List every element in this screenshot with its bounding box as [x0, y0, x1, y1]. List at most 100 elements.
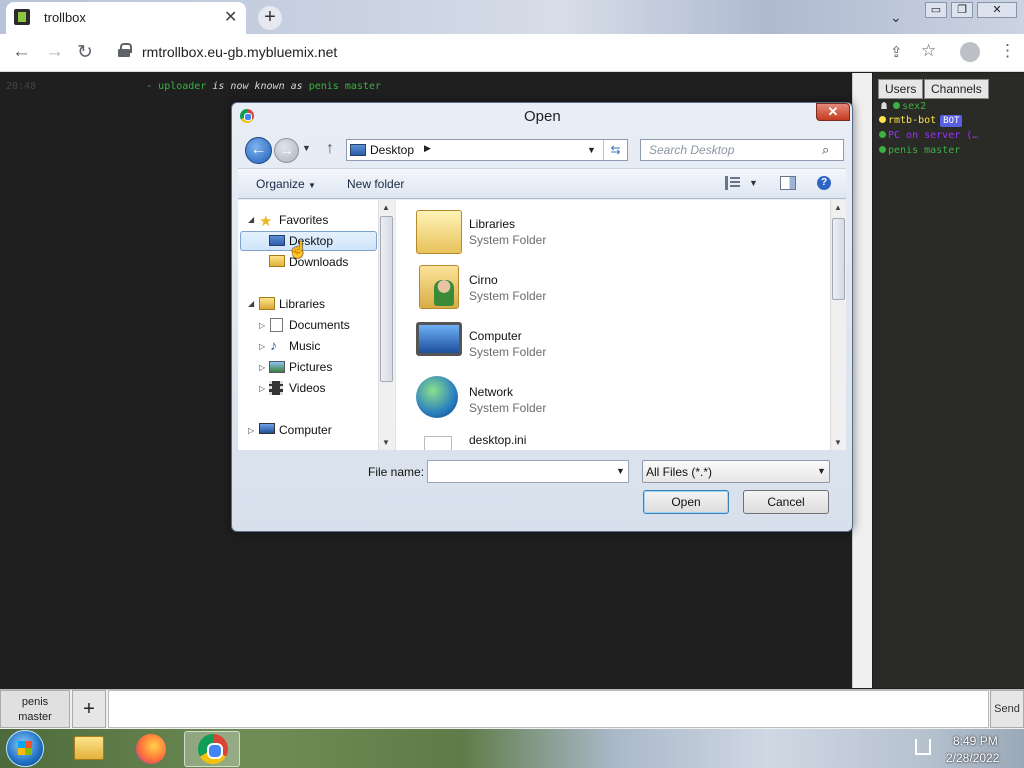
file-item-name[interactable]: Computer	[469, 329, 522, 343]
dialog-forward-button[interactable]: →	[274, 138, 299, 163]
help-icon[interactable]: ?	[817, 176, 831, 190]
file-name-input[interactable]	[427, 460, 629, 483]
chat-scrollbar[interactable]	[852, 73, 872, 688]
clock-date[interactable]: 2/28/2022	[946, 751, 999, 765]
hand-cursor-icon: ☝	[288, 242, 308, 259]
computer-icon	[416, 322, 462, 356]
status-dot-icon	[893, 102, 901, 109]
expand-music-icon[interactable]: ▷	[259, 342, 265, 351]
downloads-folder-icon	[269, 255, 285, 267]
file-scroll-up-icon[interactable]: ▲	[834, 203, 842, 212]
bookmark-star-icon[interactable]: ☆	[921, 41, 936, 61]
user-name: sex2	[902, 101, 927, 112]
back-button[interactable]: ←	[12, 41, 31, 63]
address-dropdown-icon[interactable]: ▼	[587, 145, 596, 155]
file-item-name[interactable]: Libraries	[469, 217, 515, 231]
restore-button[interactable]: ❐	[951, 2, 973, 18]
file-item-name[interactable]: Network	[469, 385, 513, 399]
browser-tab[interactable]	[6, 2, 246, 34]
clock-time[interactable]: 8:49 PM	[953, 734, 998, 748]
new-tab-button[interactable]: +	[258, 6, 282, 30]
address-crumb-desktop[interactable]: Desktop	[370, 143, 414, 157]
nav-pictures[interactable]: Pictures	[289, 360, 332, 374]
view-options-chevron-icon[interactable]: ▼	[749, 178, 758, 188]
nav-music[interactable]: Music	[289, 339, 320, 353]
videos-icon	[269, 381, 283, 395]
file-scroll-down-icon[interactable]: ▼	[834, 438, 842, 447]
file-item-name[interactable]: Cirno	[469, 273, 498, 287]
file-name-dropdown-icon[interactable]: ▼	[616, 466, 625, 476]
pictures-icon	[269, 361, 285, 373]
profile-avatar[interactable]	[960, 42, 980, 62]
expand-pictures-icon[interactable]: ▷	[259, 363, 265, 372]
file-type-dropdown-icon[interactable]: ▼	[817, 466, 826, 476]
file-item-name[interactable]: desktop.ini	[469, 433, 526, 447]
send-button[interactable]: Send	[990, 690, 1024, 728]
minimize-button[interactable]: ▭	[925, 2, 947, 18]
status-dot-icon	[879, 146, 886, 153]
preview-pane-icon[interactable]	[780, 176, 796, 190]
dialog-back-button[interactable]: ←	[245, 137, 272, 164]
user-list-item[interactable]: penis master	[879, 145, 960, 156]
refresh-button[interactable]: ⇆	[603, 140, 627, 160]
window-close-button[interactable]: ✕	[977, 2, 1017, 18]
expand-videos-icon[interactable]: ▷	[259, 384, 265, 393]
chat-arrow: -	[146, 81, 153, 92]
user-list-item[interactable]: PC on server (…	[879, 130, 978, 141]
file-item-type: System Folder	[469, 289, 547, 303]
up-folder-button[interactable]: ↑	[326, 140, 334, 158]
file-list-scroll-thumb[interactable]	[832, 218, 845, 300]
nickname-button[interactable]: penis master	[0, 690, 70, 728]
nav-libraries[interactable]: Libraries	[279, 297, 325, 311]
lock-icon[interactable]	[118, 43, 132, 57]
nav-scroll-up-icon[interactable]: ▲	[382, 203, 390, 212]
dialog-close-button[interactable]: ✕	[816, 103, 850, 121]
nav-scroll-thumb[interactable]	[380, 216, 393, 382]
nav-videos[interactable]: Videos	[289, 381, 325, 395]
address-bar[interactable]: rmtrollbox.eu-gb.mybluemix.net	[142, 44, 337, 60]
tab-users[interactable]: Users	[878, 79, 924, 99]
start-button[interactable]	[6, 730, 44, 767]
network-icon	[416, 376, 458, 418]
change-view-icon[interactable]	[725, 176, 741, 190]
nav-favorites[interactable]: Favorites	[279, 213, 328, 227]
nav-scroll-down-icon[interactable]: ▼	[382, 438, 390, 447]
user-name: PC on server (…	[888, 130, 979, 141]
star-icon: ★	[259, 213, 273, 230]
chat-message: 20:48 - uploader is now known as penis ma…	[6, 81, 381, 92]
add-button[interactable]: +	[72, 690, 106, 728]
organize-button[interactable]: Organize ▼	[256, 177, 316, 191]
chat-old-name: uploader	[158, 81, 207, 92]
search-icon[interactable]: ⌕	[822, 142, 829, 158]
music-icon: ♪	[270, 337, 277, 353]
file-type-value: All Files (*.*)	[646, 465, 713, 479]
expand-favorites-icon[interactable]: ◢	[248, 215, 254, 224]
share-icon[interactable]: ⇪	[890, 43, 903, 61]
user-name: rmtb-bot	[888, 115, 937, 126]
tab-search-chevron-icon[interactable]: ⌄	[890, 9, 902, 26]
new-folder-button[interactable]: New folder	[347, 177, 404, 191]
nav-documents[interactable]: Documents	[289, 318, 350, 332]
network-tray-icon[interactable]	[915, 739, 931, 755]
user-list-item[interactable]: ☗ sex2	[881, 101, 926, 112]
tab-close-icon[interactable]: ✕	[224, 7, 237, 27]
documents-icon	[270, 318, 283, 332]
recent-locations-chevron-icon[interactable]: ▼	[302, 143, 311, 153]
status-dot-icon	[879, 116, 886, 123]
tab-channels[interactable]: Channels	[924, 79, 989, 99]
message-input[interactable]	[108, 690, 989, 728]
expand-computer-icon[interactable]: ▷	[248, 426, 254, 435]
expand-libraries-icon[interactable]: ◢	[248, 299, 254, 308]
user-list-item[interactable]: rmtb-bot BOT	[879, 115, 963, 127]
browser-menu-icon[interactable]: ⋮	[999, 41, 1016, 61]
user-name: penis master	[888, 145, 961, 156]
expand-documents-icon[interactable]: ▷	[259, 321, 265, 330]
chat-text: is now known as	[212, 81, 303, 92]
cancel-button[interactable]: Cancel	[743, 490, 829, 514]
open-button[interactable]: Open	[643, 490, 729, 514]
status-dot-icon	[879, 131, 886, 138]
reload-button[interactable]: ↻	[77, 41, 93, 64]
crumb-arrow-icon[interactable]: ▶	[424, 143, 431, 154]
nav-computer[interactable]: Computer	[279, 423, 332, 437]
forward-button[interactable]: →	[45, 41, 64, 63]
